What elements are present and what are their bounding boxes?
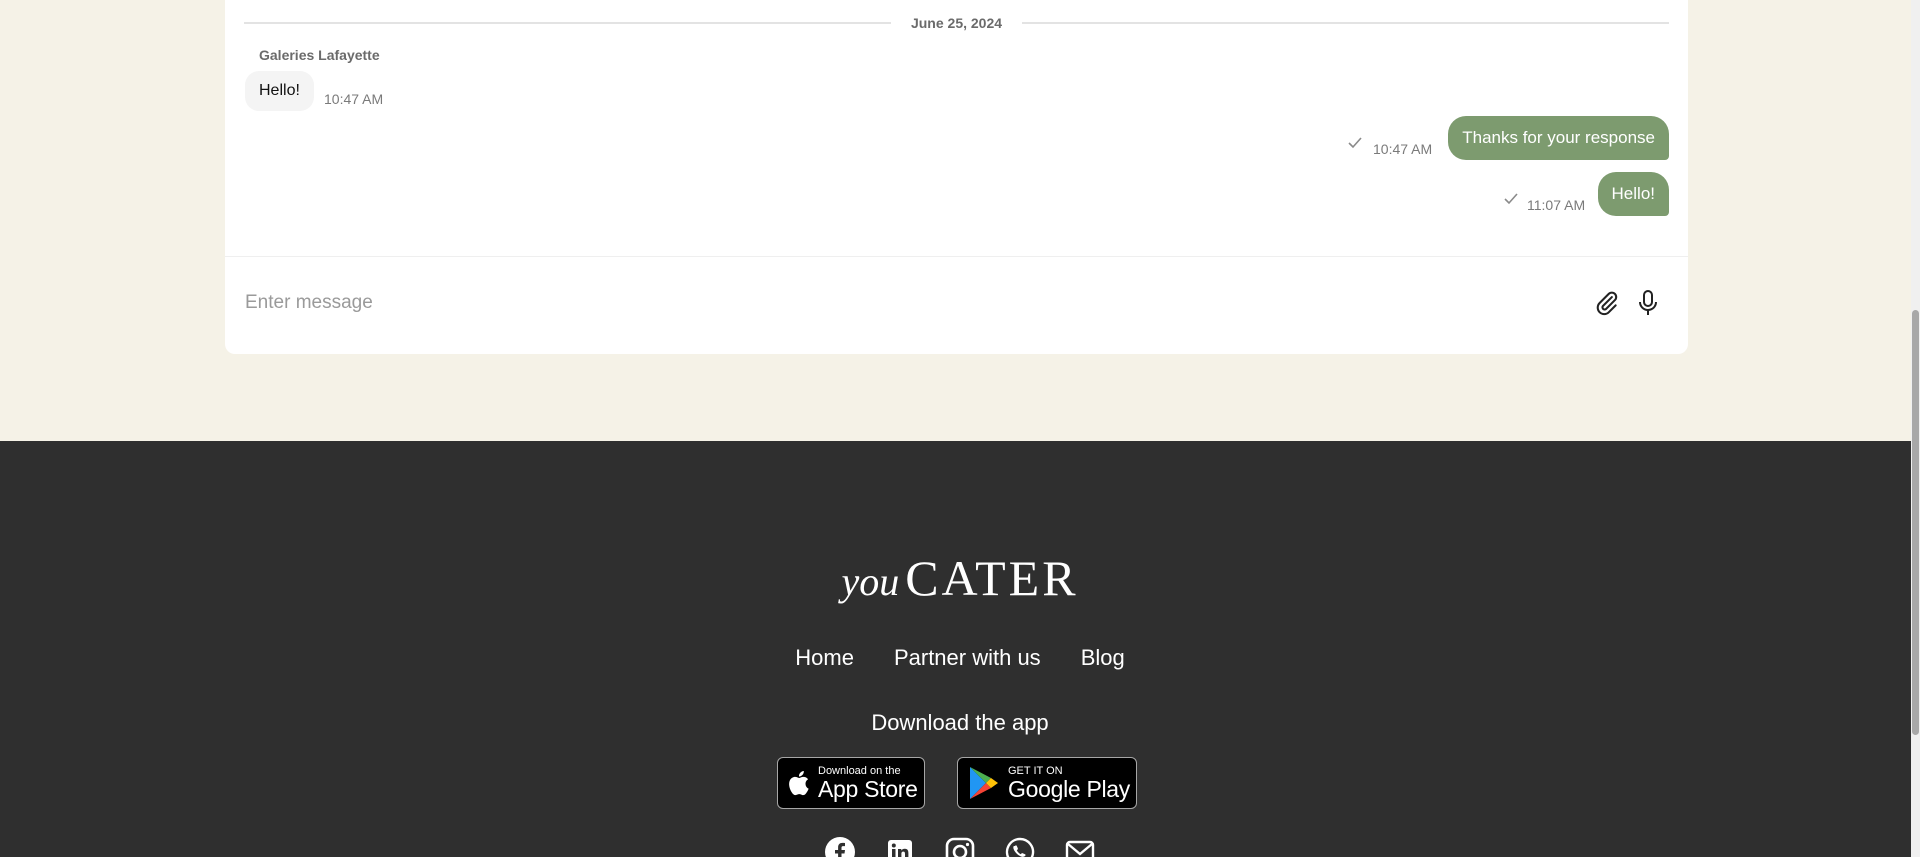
footer-link-partner[interactable]: Partner with us: [894, 645, 1041, 671]
footer-link-home[interactable]: Home: [795, 645, 854, 671]
date-label: June 25, 2024: [910, 15, 1003, 31]
facebook-icon[interactable]: [824, 836, 856, 857]
date-separator: June 25, 2024: [244, 14, 1669, 32]
outgoing-message: Thanks for your response: [1448, 116, 1669, 160]
page-scrollbar[interactable]: [1911, 0, 1920, 857]
sent-check-icon: [1504, 193, 1518, 205]
outgoing-message-time: 11:07 AM: [1527, 197, 1586, 213]
sent-check-icon: [1348, 137, 1362, 149]
sender-name: Galeries Lafayette: [259, 47, 380, 63]
youcater-logo[interactable]: you CATER: [0, 549, 1920, 607]
attach-button[interactable]: [1592, 288, 1622, 318]
apple-icon: [789, 771, 809, 796]
outgoing-message: Hello!: [1597, 172, 1669, 216]
footer-nav: Home Partner with us Blog: [0, 645, 1920, 671]
composer-divider: [225, 256, 1688, 257]
google-play-icon: [970, 767, 998, 799]
site-footer: you CATER Home Partner with us Blog Downl…: [0, 441, 1920, 857]
email-icon[interactable]: [1064, 836, 1096, 857]
footer-link-blog[interactable]: Blog: [1081, 645, 1125, 671]
scrollbar-thumb[interactable]: [1912, 310, 1919, 735]
app-store-button[interactable]: Download on the App Store: [777, 757, 925, 809]
voice-message-button[interactable]: [1633, 288, 1663, 318]
download-app-title: Download the app: [871, 710, 1049, 735]
chat-panel: June 25, 2024 Galeries Lafayette Hello! …: [225, 0, 1688, 354]
whatsapp-icon[interactable]: [1004, 836, 1036, 857]
incoming-message: Hello!: [245, 71, 314, 111]
instagram-icon[interactable]: [944, 836, 976, 857]
paperclip-icon: [1596, 291, 1618, 316]
microphone-icon: [1639, 290, 1657, 315]
social-links: [0, 836, 1920, 857]
google-play-button[interactable]: GET IT ON Google Play: [957, 757, 1137, 809]
incoming-message-time: 10:47 AM: [324, 91, 384, 107]
outgoing-message-time: 10:47 AM: [1373, 141, 1433, 157]
message-input[interactable]: [245, 285, 1545, 321]
linkedin-icon[interactable]: [884, 836, 916, 857]
